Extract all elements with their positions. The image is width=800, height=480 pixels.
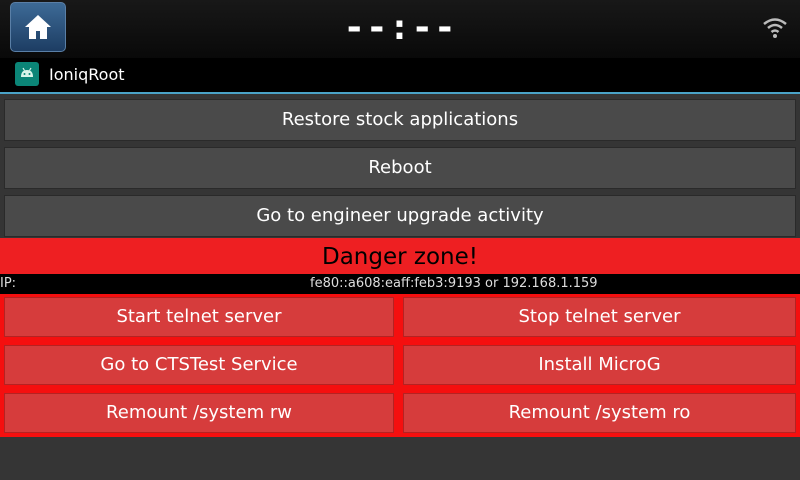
clock: --:-- (343, 7, 457, 48)
start-telnet-button[interactable]: Start telnet server (4, 297, 394, 337)
ip-address: fe80::a608:eaff:feb3:9193 or 192.168.1.1… (310, 276, 598, 291)
danger-zone-title: Danger zone! (0, 238, 800, 274)
status-bar: --:-- (0, 0, 800, 58)
ip-label: IP: (0, 276, 17, 291)
remount-rw-button[interactable]: Remount /system rw (4, 393, 394, 433)
reboot-button[interactable]: Reboot (4, 147, 796, 189)
engineer-upgrade-button[interactable]: Go to engineer upgrade activity (4, 195, 796, 237)
app-bar: IoniqRoot (0, 58, 800, 94)
stop-telnet-button[interactable]: Stop telnet server (403, 297, 796, 337)
remount-ro-button[interactable]: Remount /system ro (403, 393, 796, 433)
wifi-icon (763, 18, 787, 38)
home-button[interactable] (10, 2, 66, 52)
restore-stock-apps-button[interactable]: Restore stock applications (4, 99, 796, 141)
home-icon (25, 15, 51, 39)
app-title: IoniqRoot (49, 65, 125, 84)
ctstest-service-button[interactable]: Go to CTSTest Service (4, 345, 394, 385)
android-icon (15, 62, 39, 86)
install-microg-button[interactable]: Install MicroG (403, 345, 796, 385)
ip-row: IP: fe80::a608:eaff:feb3:9193 or 192.168… (0, 274, 800, 294)
